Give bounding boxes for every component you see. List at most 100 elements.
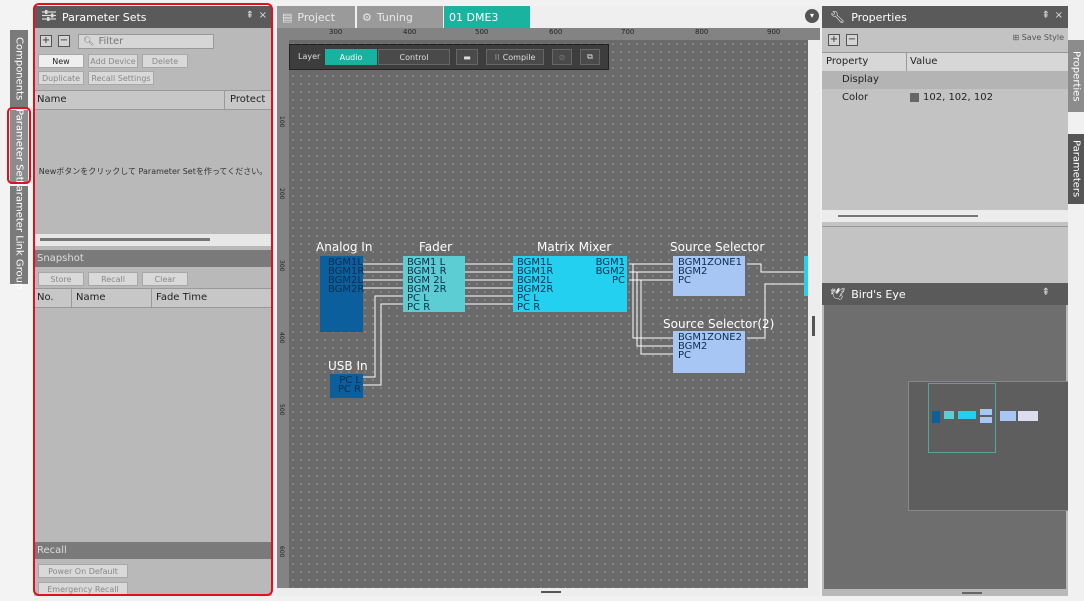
fader-block[interactable]: BGM1 L BGM1 R BGM 2L BGM 2R PC L PC R	[403, 256, 465, 313]
port-label: ZONE1	[707, 257, 742, 268]
collapse-all-icon[interactable]: −	[846, 34, 858, 46]
col-no[interactable]: No.	[37, 292, 54, 303]
wires-layer	[363, 263, 804, 386]
horizontal-ruler: 300 400 500 600 700 800 900	[277, 28, 820, 40]
parameter-sets-title: Parameter Sets	[62, 10, 147, 24]
port-label: PC R	[337, 384, 361, 395]
recall-section-title: Recall	[34, 542, 272, 559]
search-icon: 🔍︎	[83, 36, 95, 47]
horizontal-scrollbar[interactable]	[34, 234, 272, 246]
offscreen-component-block[interactable]	[804, 256, 808, 296]
add-device-button[interactable]: Add Device	[88, 54, 138, 68]
color-swatch[interactable]	[910, 93, 919, 102]
matrix-mixer-block[interactable]: BGM1L BGM1R BGM2L BGM2R PC L PC R BGM1 B…	[513, 256, 627, 313]
birds-eye-titlebar: 🕊︎ Bird's Eye ⇞	[822, 283, 1068, 305]
source-selector-2-block[interactable]: BGM1 BGM2 PC ZONE2	[673, 331, 745, 373]
collapse-all-icon[interactable]: −	[58, 35, 70, 47]
col-value[interactable]: Value	[910, 56, 937, 67]
vtab-parameter-link-group[interactable]: Parameter Link Group	[10, 180, 28, 290]
clear-button[interactable]: Clear	[142, 272, 188, 286]
birds-eye-title: Bird's Eye	[851, 287, 906, 301]
power-on-default-button[interactable]: Power On Default	[38, 564, 128, 578]
recall-button[interactable]: Recall	[88, 272, 138, 286]
bird-icon: 🕊︎	[830, 287, 846, 301]
pin-icon[interactable]: ⇞	[1042, 287, 1050, 298]
vtab-properties[interactable]: Properties	[1068, 40, 1084, 112]
tab-project[interactable]: ▤ Project	[277, 6, 355, 28]
matrix-mixer-title: Matrix Mixer	[537, 240, 612, 254]
overview-thumbnail	[930, 409, 1042, 423]
wrench-icon: 🔧︎	[830, 10, 846, 24]
vtab-parameter-link-group-label: Parameter Link Group	[13, 180, 25, 290]
tab-01-dme3[interactable]: 01 DME3	[444, 6, 530, 28]
canvas-horizontal-scrollbar[interactable]	[277, 588, 820, 596]
properties-title: Properties	[851, 10, 907, 24]
properties-panel: 🔧︎ Properties ⇞ × + − ⊞ Save Style Prope…	[822, 6, 1068, 284]
filter-input[interactable]: 🔍︎ Filter	[78, 34, 214, 49]
parameter-sets-table-header: Name Protect	[34, 90, 272, 110]
col-protect[interactable]: Protect	[230, 94, 265, 105]
port-label: PC	[678, 275, 692, 286]
property-row[interactable]: Color 102, 102, 102	[822, 89, 1068, 107]
vtab-parameters-label: Parameters	[1070, 140, 1082, 198]
tab-tuning-label: Tuning	[376, 10, 413, 24]
snapshot-table-header: No. Name Fade Time	[34, 288, 272, 308]
property-row[interactable]: Display	[822, 71, 1068, 89]
port-label: BGM2R	[328, 284, 365, 295]
vtab-parameter-sets-label: Parameter Sets	[13, 108, 25, 186]
col-name[interactable]: Name	[37, 94, 67, 105]
tab-project-label: Project	[297, 10, 336, 24]
col-property[interactable]: Property	[826, 56, 868, 67]
recall-settings-button[interactable]: Recall Settings	[88, 71, 154, 85]
properties-titlebar: 🔧︎ Properties ⇞ ×	[822, 6, 1068, 28]
ruler-v-mark: 400	[278, 332, 285, 344]
vertical-ruler: 100 200 300 400 500 600	[277, 40, 289, 588]
vtab-components[interactable]: Components	[10, 30, 28, 108]
vertical-scrollbar[interactable]	[808, 40, 820, 588]
port-label: ZONE2	[707, 332, 742, 343]
ruler-v-mark: 100	[278, 116, 285, 128]
pin-icon[interactable]: ⇞	[1042, 10, 1050, 21]
properties-table-header: Property Value	[822, 52, 1068, 72]
birds-eye-panel: 🕊︎ Bird's Eye ⇞	[822, 283, 1070, 596]
ruler-mark: 400	[403, 28, 417, 36]
tab-01-dme3-label: 01 DME3	[449, 10, 499, 24]
emergency-recall-button[interactable]: Emergency Recall	[38, 582, 128, 596]
close-icon[interactable]: ×	[1055, 10, 1063, 21]
analog-in-title: Analog In	[316, 240, 373, 254]
source-selector-1-block[interactable]: BGM1 BGM2 PC ZONE1	[673, 256, 745, 296]
delete-button[interactable]: Delete	[142, 54, 188, 68]
port-label: PC R	[407, 302, 431, 313]
properties-horizontal-scrollbar[interactable]	[822, 210, 1068, 222]
pin-icon[interactable]: ⇞	[246, 10, 254, 21]
save-style-icon: ⊞	[1012, 33, 1020, 42]
vtab-parameter-sets[interactable]: Parameter Sets	[10, 108, 28, 186]
new-button[interactable]: New	[38, 54, 84, 68]
tab-tuning[interactable]: ⚙︎ Tuning	[357, 6, 443, 28]
ruler-v-mark: 200	[278, 188, 285, 200]
analog-in-block[interactable]: BGM1L BGM1R BGM2L BGM2R	[320, 256, 365, 332]
empty-message: Newボタンをクリックして Parameter Setを作ってください。	[38, 167, 268, 176]
sliders-icon	[42, 10, 56, 24]
left-vertical-tab-strip: Components Parameter Sets Parameter Link…	[0, 0, 34, 601]
tab-list-dropdown-icon[interactable]: ▾	[805, 9, 819, 23]
usb-in-block[interactable]: PC L PC R	[330, 374, 363, 398]
vtab-parameters[interactable]: Parameters	[1068, 134, 1084, 204]
parameter-sets-titlebar: Parameter Sets ⇞ ×	[34, 6, 272, 28]
port-label: PC	[611, 275, 625, 286]
store-button[interactable]: Store	[38, 272, 84, 286]
property-name: Color	[842, 92, 869, 103]
duplicate-button[interactable]: Duplicate	[38, 71, 84, 85]
property-name: Display	[842, 74, 879, 85]
save-style-button[interactable]: ⊞ Save Style	[1012, 33, 1064, 42]
expand-all-icon[interactable]: +	[828, 34, 840, 46]
birds-eye-viewport[interactable]	[824, 305, 1070, 589]
snapshot-section-title: Snapshot	[34, 250, 272, 267]
usb-in-title: USB In	[328, 359, 368, 373]
col-fade-time[interactable]: Fade Time	[156, 292, 207, 303]
expand-all-icon[interactable]: +	[40, 35, 52, 47]
col-snapshot-name[interactable]: Name	[76, 292, 106, 303]
filter-placeholder: Filter	[98, 36, 124, 47]
ruler-v-mark: 600	[278, 546, 285, 558]
close-icon[interactable]: ×	[259, 10, 267, 21]
